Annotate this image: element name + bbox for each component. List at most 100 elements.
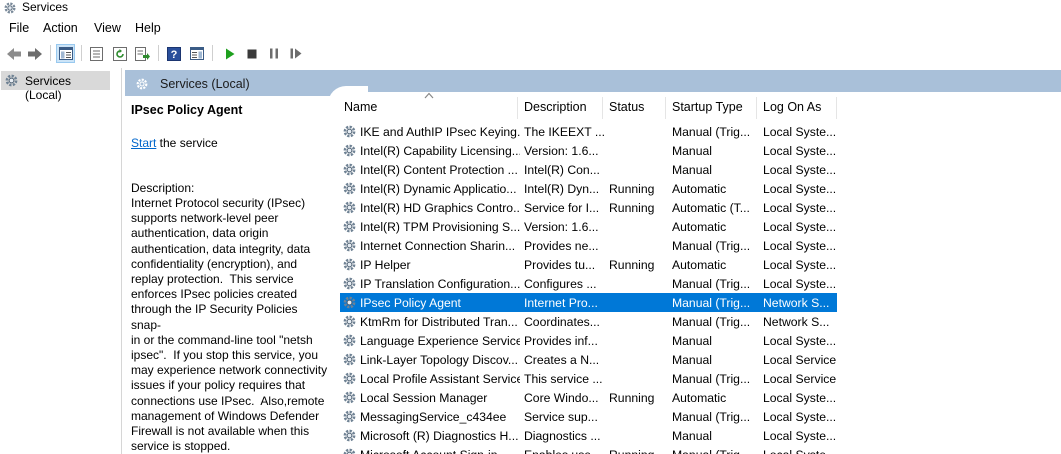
table-row[interactable]: IKE and AuthIP IPsec Keying... The IKEEXT… xyxy=(340,122,837,141)
column-divider[interactable] xyxy=(756,97,757,119)
table-row[interactable]: Intel(R) HD Graphics Contro... Service fo… xyxy=(340,198,837,217)
services-gear-icon xyxy=(5,74,18,87)
table-row[interactable]: Link-Layer Topology Discov... Creates a N… xyxy=(340,350,837,369)
table-row[interactable]: IP Translation Configuration... Configure… xyxy=(340,274,837,293)
service-log-on-as: Local Syste... xyxy=(763,448,837,454)
service-description: Intel(R) Dyn... xyxy=(524,182,600,196)
show-hide-console-tree-button[interactable] xyxy=(56,44,75,63)
table-row[interactable]: Intel(R) Dynamic Applicatio... Intel(R) D… xyxy=(340,179,837,198)
table-row[interactable]: IPsec Policy Agent Internet Pro... Manual … xyxy=(340,293,837,312)
toolbar-separator xyxy=(158,45,159,61)
table-row[interactable]: Intel(R) Content Protection ... Intel(R) … xyxy=(340,160,837,179)
help-button[interactable]: ? xyxy=(164,44,183,63)
service-name: Local Profile Assistant Service xyxy=(360,372,520,386)
service-name: IKE and AuthIP IPsec Keying... xyxy=(360,125,520,139)
service-description: Provides inf... xyxy=(524,334,598,348)
service-gear-icon xyxy=(343,239,356,252)
service-startup-type: Automatic xyxy=(672,220,727,234)
service-description: Core Windo... xyxy=(524,391,599,405)
column-divider[interactable] xyxy=(602,97,603,119)
pause-service-button[interactable] xyxy=(264,44,283,63)
service-gear-icon xyxy=(343,334,356,347)
menu-help[interactable]: Help xyxy=(135,21,161,36)
table-row[interactable]: Intel(R) Capability Licensing... Version:… xyxy=(340,141,837,160)
menu-action[interactable]: Action xyxy=(43,21,78,36)
service-startup-type: Manual (Trig... xyxy=(672,125,751,139)
stop-icon xyxy=(247,49,256,58)
tree-item-label: Services (Local) xyxy=(25,74,72,102)
toolbar: ? xyxy=(0,40,1061,66)
column-divider[interactable] xyxy=(517,97,518,119)
service-description: Creates a N... xyxy=(524,353,600,367)
restart-service-button[interactable] xyxy=(286,44,305,63)
start-service-link[interactable]: Start xyxy=(131,136,156,150)
table-row[interactable]: Microsoft (R) Diagnostics H... Diagnostic… xyxy=(340,426,837,445)
forward-button[interactable] xyxy=(25,44,44,63)
restart-icon xyxy=(290,48,301,59)
properties-button[interactable] xyxy=(87,44,106,63)
service-startup-type: Manual xyxy=(672,163,712,177)
service-startup-type: Automatic xyxy=(672,391,727,405)
service-description: Intel(R) Con... xyxy=(524,163,600,177)
service-log-on-as: Local Syste... xyxy=(763,125,837,139)
column-header-name[interactable]: Name xyxy=(344,100,377,114)
table-row[interactable]: Language Experience Service Provides inf.… xyxy=(340,331,837,350)
start-service-button[interactable] xyxy=(220,44,239,63)
column-header-status[interactable]: Status xyxy=(609,100,644,114)
services-list: Name Description Status Startup Type Log… xyxy=(337,92,1061,454)
service-log-on-as: Local Syste... xyxy=(763,429,837,443)
table-row[interactable]: Local Profile Assistant Service This serv… xyxy=(340,369,837,388)
help-icon: ? xyxy=(166,46,181,61)
service-startup-type: Manual xyxy=(672,429,712,443)
table-row[interactable]: MessagingService_c434ee Service sup... Man… xyxy=(340,407,837,426)
service-name: Intel(R) Dynamic Applicatio... xyxy=(360,182,517,196)
service-description: Provides ne... xyxy=(524,239,599,253)
table-row[interactable]: Intel(R) TPM Provisioning S... Version: 1… xyxy=(340,217,837,236)
service-action-text: the service xyxy=(156,136,218,150)
column-divider[interactable] xyxy=(836,97,837,119)
column-header-startup-type[interactable]: Startup Type xyxy=(672,100,743,114)
service-name: IPsec Policy Agent xyxy=(360,296,461,310)
stop-service-button[interactable] xyxy=(242,44,261,63)
service-log-on-as: Network S... xyxy=(763,315,830,329)
tree-item-services-local[interactable]: Services (Local) xyxy=(1,71,110,102)
service-startup-type: Manual xyxy=(672,334,712,348)
back-button[interactable] xyxy=(4,44,23,63)
column-divider[interactable] xyxy=(665,97,666,119)
service-description: Version: 1.6... xyxy=(524,144,599,158)
service-log-on-as: Local Syste... xyxy=(763,182,837,196)
service-name: Internet Connection Sharin... xyxy=(360,239,516,253)
menu-view[interactable]: View xyxy=(94,21,121,36)
service-gear-icon xyxy=(343,220,356,233)
table-row[interactable]: KtmRm for Distributed Tran... Coordinates… xyxy=(340,312,837,331)
table-row[interactable]: Microsoft Account Sign-in ... Enables use… xyxy=(340,445,837,454)
menu-file[interactable]: File xyxy=(9,21,29,36)
service-startup-type: Manual (Trig... xyxy=(672,410,751,424)
refresh-button[interactable] xyxy=(110,44,129,63)
toolbar-separator xyxy=(212,45,213,61)
table-row[interactable]: Internet Connection Sharin... Provides ne… xyxy=(340,236,837,255)
service-description: Version: 1.6... xyxy=(524,220,599,234)
service-log-on-as: Local Syste... xyxy=(763,258,837,272)
service-log-on-as: Local Syste... xyxy=(763,239,837,253)
column-header-log-on-as[interactable]: Log On As xyxy=(763,100,821,114)
table-row[interactable]: IP Helper Provides tu... Running Automatic L… xyxy=(340,255,837,274)
refresh-icon xyxy=(112,46,127,61)
pause-icon xyxy=(269,48,278,59)
service-startup-type: Manual (Trig... xyxy=(672,277,751,291)
service-startup-type: Manual (Trig... xyxy=(672,448,758,454)
service-status: Running xyxy=(609,391,655,405)
toolbar-separator xyxy=(50,45,51,61)
service-log-on-as: Local Syste... xyxy=(763,410,837,424)
service-startup-type: Manual (Trig... xyxy=(672,315,751,329)
service-name: IP Helper xyxy=(360,258,411,272)
service-startup-type: Manual (Trig... xyxy=(672,372,751,386)
show-action-pane-button[interactable] xyxy=(187,44,206,63)
service-gear-icon xyxy=(343,410,356,423)
export-list-button[interactable] xyxy=(133,44,152,63)
title-bar: Services xyxy=(0,0,1061,17)
play-icon xyxy=(225,48,234,59)
service-log-on-as: Local Syste... xyxy=(763,201,837,215)
column-header-description[interactable]: Description xyxy=(524,100,587,114)
table-row[interactable]: Local Session Manager Core Windo... Runnin… xyxy=(340,388,837,407)
